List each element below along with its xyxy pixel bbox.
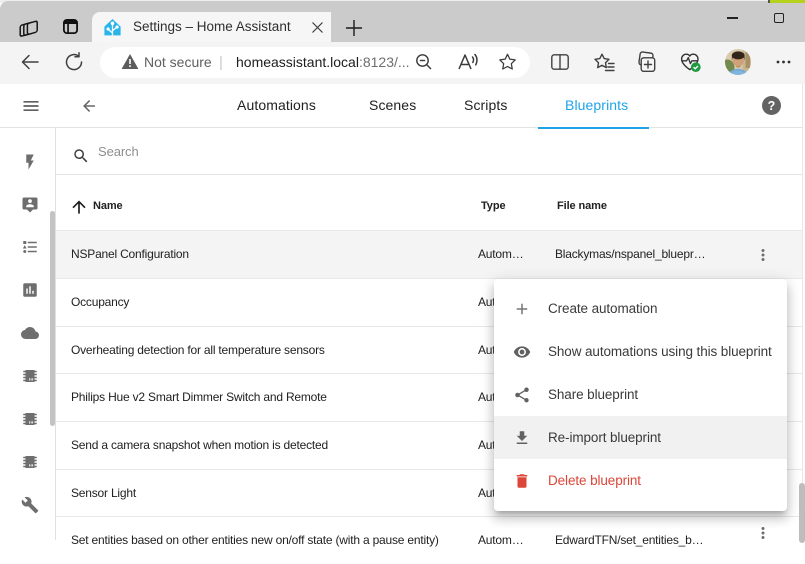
svg-text:?: ? — [768, 99, 776, 113]
